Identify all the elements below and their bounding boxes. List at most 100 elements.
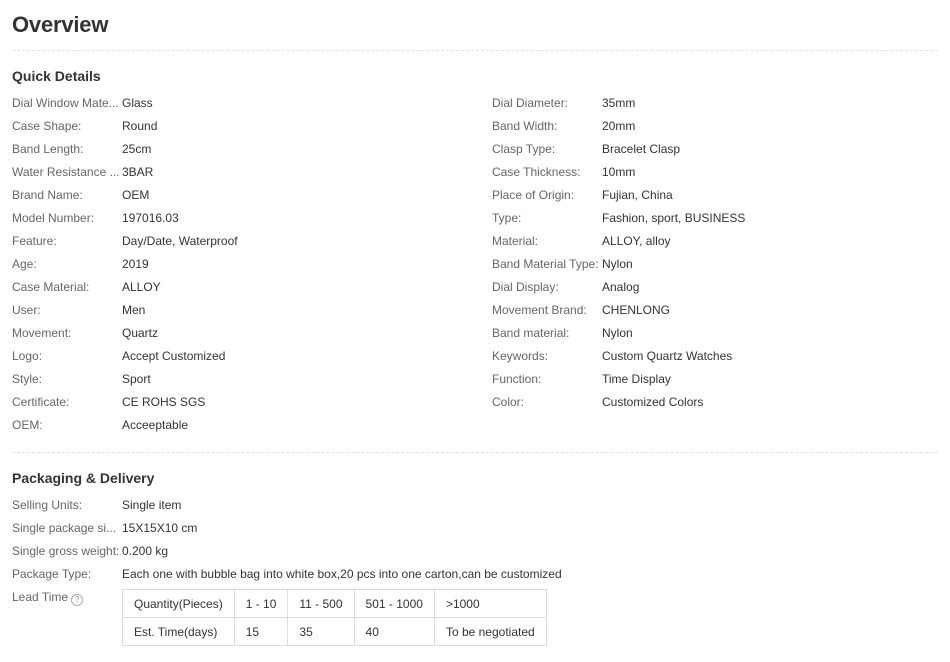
detail-value: OEM (122, 188, 150, 202)
detail-value: Day/Date, Waterproof (122, 234, 238, 248)
detail-row: Age: 2019 Band Material Type: Nylon (12, 256, 938, 279)
detail-value: Quartz (122, 326, 159, 340)
detail-label: Clasp Type: (492, 142, 556, 156)
detail-row: Case Material: ALLOY Dial Display: Analog (12, 279, 938, 302)
detail-label: Brand Name: (12, 188, 83, 202)
detail-row: Style: Sport Function: Time Display (12, 371, 938, 394)
quick-details-grid: Dial Window Mate... Glass Dial Diameter: 35… (12, 95, 938, 440)
detail-value: Customized Colors (602, 395, 704, 409)
detail-label: Movement: (12, 326, 72, 340)
detail-value: 35mm (602, 96, 636, 110)
detail-value: Accept Customized (122, 349, 226, 363)
packaging-row: Single gross weight: 0.200 kg (12, 543, 938, 566)
detail-row: Certificate: CE ROHS SGS Color: Customized … (12, 394, 938, 417)
detail-label: Case Shape: (12, 119, 82, 133)
detail-value: Nylon (602, 257, 633, 271)
lead-time-label-wrap: Lead Time? (12, 590, 84, 606)
detail-label: Material: (492, 234, 539, 248)
detail-label: Band material: (492, 326, 570, 340)
packaging-row: Selling Units: Single item (12, 497, 938, 520)
packaging-label: Single package si... (12, 521, 117, 535)
detail-value: 2019 (122, 257, 149, 271)
detail-label: OEM: (12, 418, 43, 432)
page-title: Overview (12, 12, 109, 37)
detail-label: Band Width: (492, 119, 558, 133)
detail-value: 25cm (122, 142, 152, 156)
lead-time-table: Quantity(Pieces) 1 - 10 11 - 500 501 - 1… (122, 589, 547, 646)
detail-label: Color: (492, 395, 525, 409)
detail-value: Round (122, 119, 158, 133)
packaging-value: 15X15X10 cm (122, 521, 198, 535)
packaging-label: Package Type: (12, 567, 92, 581)
packaging-label: Selling Units: (12, 498, 83, 512)
detail-row: Case Shape: Round Band Width: 20mm (12, 118, 938, 141)
packaging-heading: Packaging & Delivery (12, 470, 155, 486)
detail-value: Glass (122, 96, 153, 110)
detail-label: Dial Display: (492, 280, 559, 294)
detail-label: Water Resistance ... (12, 165, 120, 179)
detail-value: 10mm (602, 165, 636, 179)
overview-panel: Overview Quick Details Dial Window Mate.… (0, 0, 950, 662)
detail-value: ALLOY, alloy (602, 234, 671, 248)
detail-label: Logo: (12, 349, 43, 363)
table-cell: To be negotiated (433, 617, 547, 646)
detail-label: Age: (12, 257, 37, 271)
detail-label: Feature: (12, 234, 57, 248)
detail-value: Acceeptable (122, 418, 189, 432)
detail-label: Function: (492, 372, 542, 386)
packaging-value: Single item (122, 498, 182, 512)
table-cell: 11 - 500 (287, 589, 355, 618)
detail-value: 20mm (602, 119, 636, 133)
detail-value: ALLOY (122, 280, 161, 294)
table-cell: 40 (353, 617, 435, 646)
detail-row: Brand Name: OEM Place of Origin: Fujian, Ch… (12, 187, 938, 210)
packaging-value: Each one with bubble bag into white box,… (122, 567, 562, 581)
detail-value: Fujian, China (602, 188, 673, 202)
table-cell: >1000 (433, 589, 547, 618)
detail-label: Style: (12, 372, 43, 386)
detail-value: Sport (122, 372, 151, 386)
table-header-cell: Est. Time(days) (122, 617, 235, 646)
detail-label: Dial Window Mate... (12, 96, 119, 110)
detail-label: Movement Brand: (492, 303, 587, 317)
detail-value: Analog (602, 280, 640, 294)
detail-row: Movement: Quartz Band material: Nylon (12, 325, 938, 348)
quick-details-heading: Quick Details (12, 68, 101, 84)
detail-label: Type: (492, 211, 522, 225)
detail-value: Time Display (602, 372, 671, 386)
packaging-row: Package Type: Each one with bubble bag in… (12, 566, 938, 589)
divider (12, 452, 938, 453)
detail-row: Feature: Day/Date, Waterproof Material: ALL… (12, 233, 938, 256)
divider (12, 50, 938, 51)
detail-row: User: Men Movement Brand: CHENLONG (12, 302, 938, 325)
detail-value: Fashion, sport, BUSINESS (602, 211, 746, 225)
help-icon[interactable]: ? (71, 594, 84, 606)
packaging-row: Single package si... 15X15X10 cm (12, 520, 938, 543)
detail-value: 3BAR (122, 165, 154, 179)
detail-value: CE ROHS SGS (122, 395, 206, 409)
table-cell: 35 (287, 617, 355, 646)
detail-label: Case Thickness: (492, 165, 581, 179)
table-row: Est. Time(days) 15 35 40 To be negotiate… (122, 617, 547, 646)
table-cell: 15 (233, 617, 289, 646)
detail-label: Band Length: (12, 142, 84, 156)
detail-row: Band Length: 25cm Clasp Type: Bracelet Clas… (12, 141, 938, 164)
detail-row: OEM: Acceeptable (12, 417, 938, 440)
detail-row: Model Number: 197016.03 Type: Fashion, spor… (12, 210, 938, 233)
table-row: Quantity(Pieces) 1 - 10 11 - 500 501 - 1… (122, 589, 547, 618)
detail-label: Place of Origin: (492, 188, 575, 202)
detail-value: Men (122, 303, 146, 317)
detail-label: Keywords: (492, 349, 549, 363)
detail-row: Water Resistance ... 3BAR Case Thickness: 1… (12, 164, 938, 187)
table-cell: 501 - 1000 (353, 589, 435, 618)
detail-row: Dial Window Mate... Glass Dial Diameter: 35… (12, 95, 938, 118)
table-header-cell: Quantity(Pieces) (122, 589, 235, 618)
packaging-label: Single gross weight: (12, 544, 120, 558)
detail-label: Dial Diameter: (492, 96, 569, 110)
detail-value: Bracelet Clasp (602, 142, 681, 156)
detail-label: Band Material Type: (492, 257, 599, 271)
detail-label: Model Number: (12, 211, 95, 225)
detail-value: Custom Quartz Watches (602, 349, 733, 363)
detail-value: Nylon (602, 326, 633, 340)
lead-time-label: Lead Time (12, 590, 69, 604)
